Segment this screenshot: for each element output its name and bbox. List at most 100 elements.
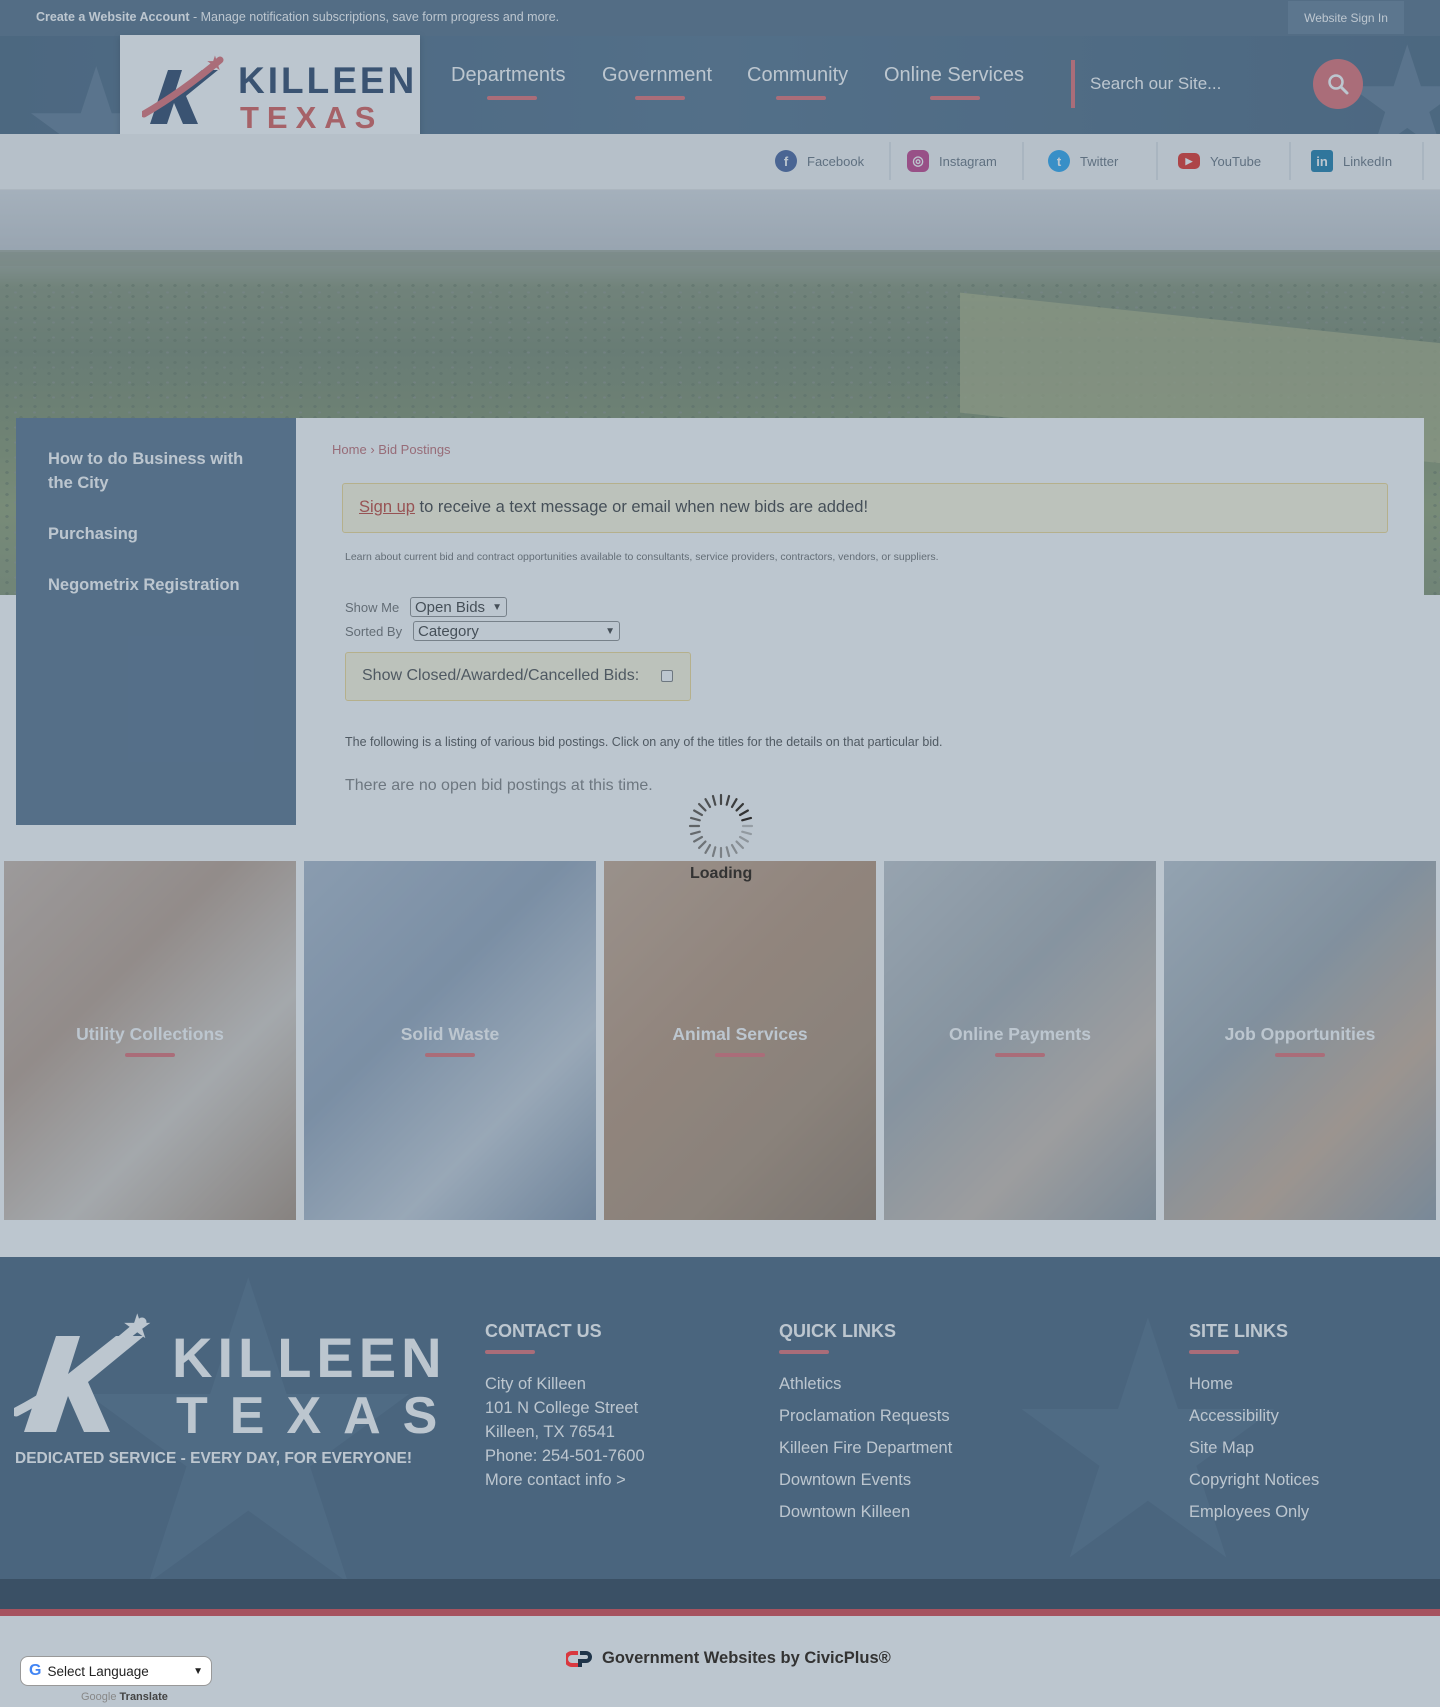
social-divider — [1422, 142, 1424, 180]
quick-links-heading: QUICK LINKS — [779, 1321, 896, 1341]
search-input[interactable] — [1090, 62, 1300, 106]
quick-link-downtown-killeen[interactable]: Downtown Killeen — [779, 1503, 910, 1522]
facebook-icon: f — [775, 150, 797, 172]
social-divider — [1022, 142, 1024, 180]
tile-job-opportunities[interactable]: Job Opportunities — [1164, 861, 1436, 1220]
google-g-icon: G — [29, 1662, 42, 1679]
social-twitter[interactable]: t Twitter — [1048, 149, 1118, 173]
nav-underline — [776, 96, 826, 100]
footer-dark-band — [0, 1579, 1440, 1609]
language-select[interactable]: G Select Language ▼ — [20, 1656, 212, 1686]
spinner-spoke — [738, 809, 749, 817]
quick-link-downtown-events[interactable]: Downtown Events — [779, 1471, 911, 1490]
spinner-spoke — [704, 798, 712, 809]
social-youtube[interactable]: ▶ YouTube — [1178, 149, 1261, 173]
loading-text: Loading — [690, 865, 753, 882]
contact-phone: Phone: 254-501-7600 — [485, 1447, 645, 1465]
tile-label: Online Payments — [949, 1024, 1091, 1044]
sidebar-item-negometrix[interactable]: Negometrix Registration — [48, 573, 258, 597]
civicplus-link[interactable]: Government Websites by CivicPlus® — [566, 1649, 891, 1668]
tile-underline — [425, 1053, 475, 1057]
site-link-copyright[interactable]: Copyright Notices — [1189, 1471, 1319, 1490]
listing-text: The following is a listing of various bi… — [345, 735, 943, 749]
social-divider — [1289, 142, 1291, 180]
contact-line: Killeen, TX 76541 — [485, 1423, 615, 1441]
social-facebook[interactable]: f Facebook — [775, 149, 864, 173]
search-icon — [1328, 74, 1349, 95]
closed-bids-checkbox[interactable] — [661, 670, 673, 682]
search-button[interactable] — [1313, 59, 1363, 109]
site-link-employees[interactable]: Employees Only — [1189, 1503, 1309, 1522]
social-instagram[interactable]: ◎ Instagram — [907, 149, 997, 173]
tile-underline — [995, 1053, 1045, 1057]
signup-alert-text: Sign up to receive a text message or ema… — [359, 498, 868, 517]
chevron-down-icon: ▼ — [193, 1665, 203, 1677]
svg-text:★: ★ — [122, 1307, 152, 1347]
svg-text:★: ★ — [206, 52, 224, 75]
tile-online-payments[interactable]: Online Payments — [884, 861, 1156, 1220]
tile-label: Job Opportunities — [1224, 1024, 1376, 1044]
footer-logo-killeen: KILLEEN — [172, 1326, 447, 1389]
logo-text-killeen: KILLEEN — [238, 60, 418, 101]
signup-message: to receive a text message or email when … — [414, 498, 869, 516]
contact-heading: CONTACT US — [485, 1321, 602, 1341]
site-link-home[interactable]: Home — [1189, 1375, 1233, 1394]
breadcrumb-current[interactable]: Bid Postings — [378, 442, 450, 457]
language-select-value: Select Language — [47, 1663, 149, 1679]
civicplus-text: Government Websites by CivicPlus® — [602, 1649, 891, 1667]
nav-underline — [487, 96, 537, 100]
social-label: Facebook — [807, 153, 865, 169]
sorted-by-value: Category — [418, 622, 479, 640]
tile-underline — [715, 1053, 765, 1057]
show-me-select[interactable]: Open Bids ▼ — [410, 597, 507, 617]
breadcrumb-home[interactable]: Home — [332, 442, 367, 457]
show-me-label: Show Me — [345, 600, 400, 615]
contact-line: 101 N College Street — [485, 1399, 639, 1417]
breadcrumb: Home › Bid Postings — [332, 442, 451, 457]
google-translate-credit[interactable]: Google Translate — [81, 1691, 168, 1703]
site-link-site-map[interactable]: Site Map — [1189, 1439, 1254, 1458]
tile-animal-services[interactable]: Animal Services — [604, 861, 876, 1220]
social-divider — [889, 142, 891, 180]
spinner-spoke — [725, 846, 731, 858]
spinner-spoke — [741, 816, 753, 822]
logo-text-texas: TEXAS — [240, 100, 384, 135]
social-label: Instagram — [939, 153, 997, 169]
sidebar-item-purchasing[interactable]: Purchasing — [48, 522, 258, 546]
killeen-k-logo-icon: ★ — [142, 52, 224, 124]
quick-link-athletics[interactable]: Athletics — [779, 1375, 841, 1394]
search-divider — [1071, 60, 1075, 108]
instagram-icon: ◎ — [907, 150, 929, 172]
spinner-spoke — [711, 794, 717, 806]
nav-online-services[interactable]: Online Services — [884, 64, 1024, 87]
account-message-text: - Manage notification subscriptions, sav… — [189, 10, 560, 24]
quick-link-fire-department[interactable]: Killeen Fire Department — [779, 1439, 952, 1458]
spinner-spoke — [697, 802, 707, 812]
sidebar-item-business[interactable]: How to do Business with the City — [48, 447, 258, 495]
social-label: Twitter — [1080, 153, 1119, 169]
tile-utility-collections[interactable]: Utility Collections — [4, 861, 296, 1220]
tile-label: Utility Collections — [76, 1024, 224, 1044]
spinner-spoke — [689, 816, 701, 822]
nav-community[interactable]: Community — [747, 64, 848, 87]
spinner-spoke — [735, 802, 745, 812]
breadcrumb-separator: › — [370, 442, 375, 457]
nav-government[interactable]: Government — [602, 64, 712, 87]
sorted-by-select[interactable]: Category ▼ — [413, 621, 620, 641]
social-linkedin[interactable]: in LinkedIn — [1311, 149, 1392, 173]
nav-departments[interactable]: Departments — [451, 64, 566, 87]
website-sign-in-button[interactable]: Website Sign In — [1288, 1, 1404, 34]
more-contact-link[interactable]: More contact info > — [485, 1471, 626, 1490]
chevron-down-icon: ▼ — [492, 601, 502, 613]
signup-link[interactable]: Sign up — [359, 498, 415, 516]
create-account-link[interactable]: Create a Website Account — [36, 10, 190, 24]
linkedin-icon: in — [1311, 150, 1333, 172]
nav-underline — [930, 96, 980, 100]
spinner-spoke — [693, 809, 704, 817]
quick-links-underline — [779, 1350, 829, 1354]
quick-link-proclamation[interactable]: Proclamation Requests — [779, 1407, 950, 1426]
chevron-down-icon: ▼ — [605, 625, 615, 637]
site-link-accessibility[interactable]: Accessibility — [1189, 1407, 1279, 1426]
spinner-spoke — [735, 840, 745, 850]
tile-solid-waste[interactable]: Solid Waste — [304, 861, 596, 1220]
